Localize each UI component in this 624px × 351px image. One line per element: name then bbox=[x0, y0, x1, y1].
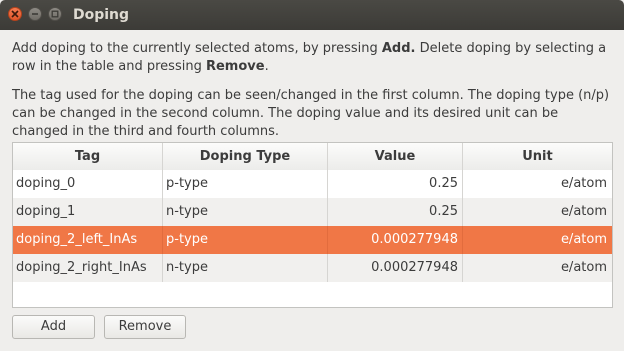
column-header-doping-type[interactable]: Doping Type bbox=[163, 143, 328, 170]
minimize-icon bbox=[32, 13, 38, 15]
instructions-columns: The tag used for the doping can be seen/… bbox=[12, 88, 610, 139]
table-row[interactable]: doping_1 n-type 0.25 e/atom bbox=[13, 198, 612, 226]
minimize-button[interactable] bbox=[28, 7, 42, 21]
close-button[interactable] bbox=[8, 7, 22, 21]
instructions-add-remove: Add doping to the currently selected ato… bbox=[12, 40, 616, 76]
column-header-value[interactable]: Value bbox=[328, 143, 463, 170]
table-header: Tag Doping Type Value Unit bbox=[13, 143, 612, 171]
close-icon bbox=[11, 10, 19, 18]
maximize-icon bbox=[51, 10, 59, 18]
window-title: Doping bbox=[73, 7, 130, 23]
instructions-remove-keyword: Remove bbox=[205, 59, 265, 74]
cell-value[interactable]: 0.000277948 bbox=[328, 254, 463, 282]
cell-doping-type[interactable]: p-type bbox=[163, 226, 328, 254]
table-row[interactable]: doping_2_right_InAs n-type 0.000277948 e… bbox=[13, 254, 612, 282]
cell-value[interactable]: 0.000277948 bbox=[328, 226, 463, 254]
cell-tag[interactable]: doping_2_left_InAs bbox=[13, 226, 163, 254]
column-header-unit[interactable]: Unit bbox=[463, 143, 612, 170]
maximize-button[interactable] bbox=[48, 7, 62, 21]
doping-table[interactable]: Tag Doping Type Value Unit doping_0 p-ty… bbox=[12, 142, 613, 308]
instructions-add-keyword: Add. bbox=[381, 41, 416, 56]
column-header-tag[interactable]: Tag bbox=[13, 143, 163, 170]
cell-tag[interactable]: doping_0 bbox=[13, 170, 163, 198]
instructions-text: Add doping to the currently selected ato… bbox=[12, 41, 382, 56]
cell-unit[interactable]: e/atom bbox=[463, 226, 612, 254]
table-row-selected[interactable]: doping_2_left_InAs p-type 0.000277948 e/… bbox=[13, 226, 612, 254]
cell-tag[interactable]: doping_1 bbox=[13, 198, 163, 226]
cell-value[interactable]: 0.25 bbox=[328, 198, 463, 226]
title-bar: Doping bbox=[0, 0, 624, 30]
cell-unit[interactable]: e/atom bbox=[463, 198, 612, 226]
cell-unit[interactable]: e/atom bbox=[463, 170, 612, 198]
add-button[interactable]: Add bbox=[12, 315, 95, 339]
cell-doping-type[interactable]: p-type bbox=[163, 170, 328, 198]
remove-button[interactable]: Remove bbox=[104, 315, 186, 339]
cell-doping-type[interactable]: n-type bbox=[163, 254, 328, 282]
cell-value[interactable]: 0.25 bbox=[328, 170, 463, 198]
table-row[interactable]: doping_0 p-type 0.25 e/atom bbox=[13, 170, 612, 198]
cell-unit[interactable]: e/atom bbox=[463, 254, 612, 282]
cell-doping-type[interactable]: n-type bbox=[163, 198, 328, 226]
instructions-text: . bbox=[264, 59, 269, 74]
cell-tag[interactable]: doping_2_right_InAs bbox=[13, 254, 163, 282]
